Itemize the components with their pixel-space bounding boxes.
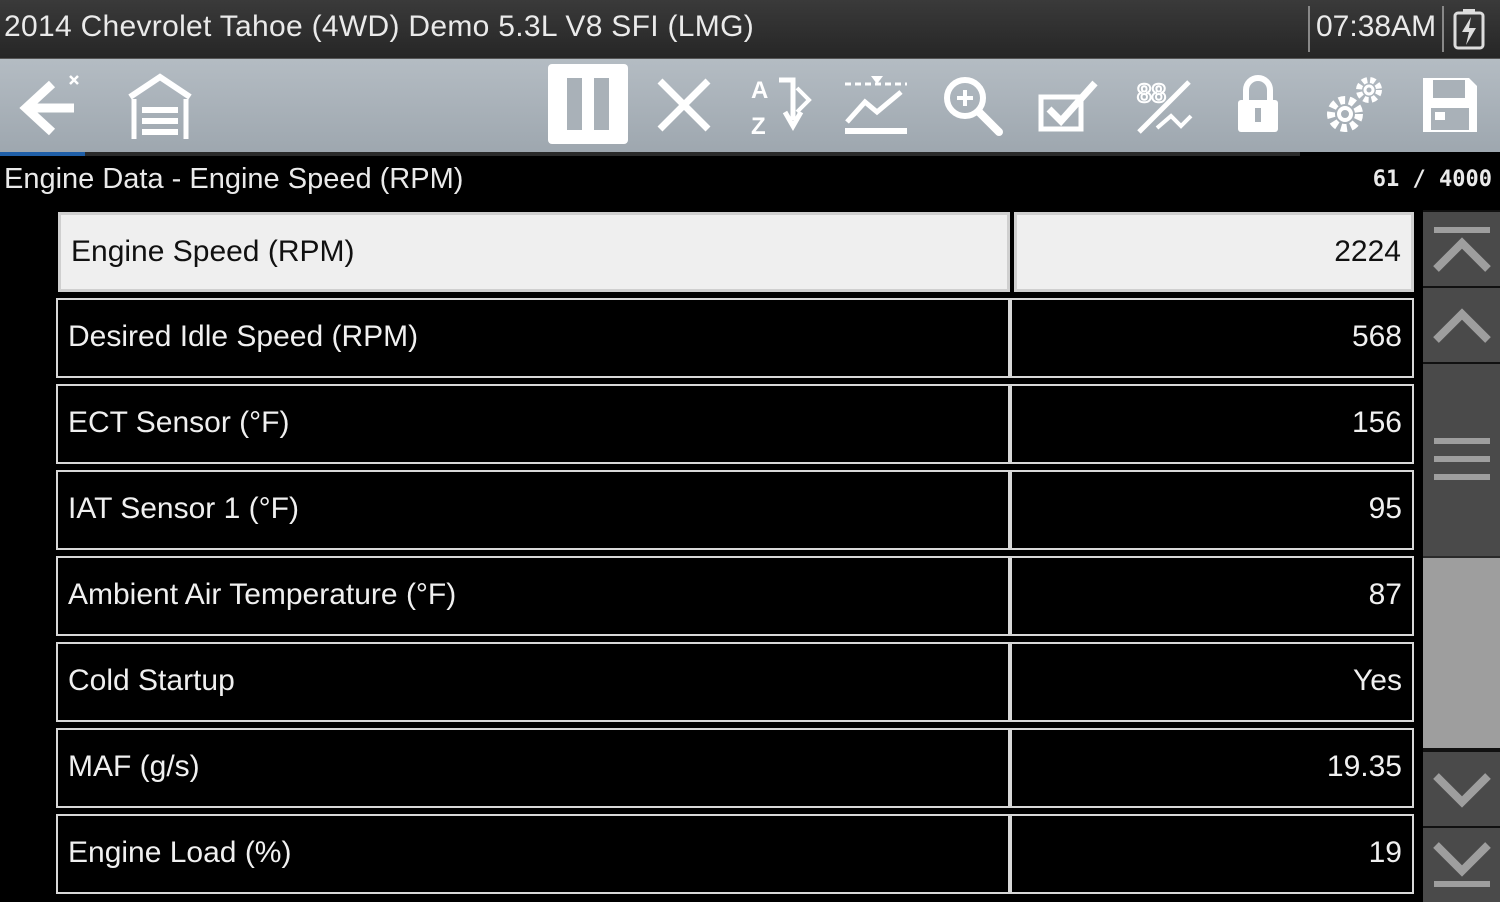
graph-button[interactable] — [836, 65, 916, 145]
close-icon — [657, 78, 711, 132]
pid-name: IAT Sensor 1 (°F) — [68, 492, 299, 525]
svg-text:88: 88 — [1137, 78, 1166, 108]
title-divider — [1308, 6, 1310, 52]
scroll-bottom-button[interactable] — [1423, 828, 1500, 902]
pid-value: 95 — [1368, 492, 1402, 525]
title-divider — [1442, 6, 1444, 52]
sort-button[interactable]: A Z — [740, 65, 820, 145]
custom-list-button[interactable]: 88 — [1124, 65, 1204, 145]
home-garage-icon — [128, 73, 192, 139]
svg-text:Z: Z — [751, 113, 766, 140]
back-arrow-icon — [19, 75, 79, 136]
title-bar: 2014 Chevrolet Tahoe (4WD) Demo 5.3L V8 … — [0, 0, 1500, 59]
lock-button[interactable] — [1218, 65, 1298, 145]
gear-icon — [1327, 77, 1382, 132]
pid-name-cell: Ambient Air Temperature (°F) — [56, 556, 1010, 636]
record-counter: 61 / 4000 — [1372, 167, 1492, 192]
pid-name-cell: IAT Sensor 1 (°F) — [56, 470, 1010, 550]
pid-value-cell: 2224 — [1014, 212, 1414, 292]
pid-name: Desired Idle Speed (RPM) — [68, 320, 419, 353]
scroll-down-button[interactable] — [1423, 752, 1500, 826]
pid-row[interactable]: ECT Sensor (°F) 156 — [56, 384, 1414, 464]
pid-row[interactable]: Cold Startup Yes — [56, 642, 1414, 722]
select-button[interactable] — [1028, 65, 1108, 145]
toolbar: A Z 88 — [0, 59, 1500, 152]
scroll-track[interactable] — [1423, 364, 1500, 748]
pid-name: Cold Startup — [68, 664, 235, 697]
pid-row[interactable]: Ambient Air Temperature (°F) 87 — [56, 556, 1414, 636]
vehicle-title: 2014 Chevrolet Tahoe (4WD) Demo 5.3L V8 … — [4, 10, 755, 43]
pid-name-cell: MAF (g/s) — [56, 728, 1010, 808]
battery-icon — [1453, 9, 1485, 50]
pid-row[interactable]: MAF (g/s) 19.35 — [56, 728, 1414, 808]
page-title: Engine Data - Engine Speed (RPM) — [4, 163, 464, 195]
pid-value-cell: 568 — [1010, 298, 1414, 378]
scroll-top-button[interactable] — [1423, 212, 1500, 286]
pid-value: Yes — [1353, 664, 1402, 697]
pid-value: 568 — [1351, 320, 1402, 353]
custom-pid-icon: 88 — [1136, 77, 1193, 134]
save-icon — [1423, 78, 1477, 132]
scrollbar[interactable] — [1423, 210, 1500, 902]
scroll-up-icon — [1432, 308, 1491, 343]
scroll-thumb[interactable] — [1423, 364, 1500, 556]
pause-icon — [567, 78, 609, 130]
buffer-progress-bar — [0, 152, 1300, 156]
pid-value: 156 — [1351, 406, 1402, 439]
pid-row[interactable]: Desired Idle Speed (RPM) 568 — [56, 298, 1414, 378]
sort-az-icon: A Z — [751, 77, 812, 140]
scroll-up-button[interactable] — [1423, 288, 1500, 362]
graph-trigger-icon — [845, 76, 907, 134]
svg-text:A: A — [751, 77, 768, 104]
pause-button[interactable] — [548, 64, 628, 144]
pid-value: 2224 — [1334, 235, 1401, 268]
zoom-button[interactable] — [932, 65, 1012, 145]
pid-name: Engine Load (%) — [68, 836, 292, 869]
pid-name-cell: Engine Speed (RPM) — [58, 212, 1010, 292]
settings-button[interactable] — [1314, 65, 1394, 145]
scroll-down-icon — [1432, 773, 1491, 808]
pid-value-cell: 19 — [1010, 814, 1414, 894]
scroll-bottom-icon — [1432, 842, 1491, 887]
pid-value: 19 — [1368, 836, 1402, 869]
buffer-progress-fill — [0, 152, 85, 156]
pid-value-cell: 95 — [1010, 470, 1414, 550]
pid-value-cell: 87 — [1010, 556, 1414, 636]
pid-row[interactable]: IAT Sensor 1 (°F) 95 — [56, 470, 1414, 550]
pid-name-cell: Engine Load (%) — [56, 814, 1010, 894]
back-button[interactable] — [10, 65, 90, 145]
pid-value-cell: 156 — [1010, 384, 1414, 464]
lock-icon — [1238, 75, 1278, 132]
clock: 07:38AM — [1316, 10, 1437, 43]
pid-value-cell: 19.35 — [1010, 728, 1414, 808]
pid-value-cell: Yes — [1010, 642, 1414, 722]
pid-name: Ambient Air Temperature (°F) — [68, 578, 457, 611]
zoom-icon — [944, 77, 1003, 136]
scroll-top-icon — [1432, 227, 1491, 272]
pid-row[interactable]: Engine Load (%) 19 — [56, 814, 1414, 894]
pid-name: Engine Speed (RPM) — [71, 235, 355, 268]
grip-icon — [1433, 438, 1490, 480]
pid-name-cell: Cold Startup — [56, 642, 1010, 722]
save-button[interactable] — [1410, 65, 1490, 145]
pid-name-cell: Desired Idle Speed (RPM) — [56, 298, 1010, 378]
home-button[interactable] — [120, 65, 200, 145]
pid-name: MAF (g/s) — [68, 750, 200, 783]
clear-button[interactable] — [644, 65, 724, 145]
pid-value: 87 — [1368, 578, 1402, 611]
scroll-track-remaining — [1423, 558, 1500, 748]
pid-row[interactable]: Engine Speed (RPM) 2224 — [56, 212, 1414, 292]
pid-value: 19.35 — [1326, 750, 1402, 783]
pid-name-cell: ECT Sensor (°F) — [56, 384, 1010, 464]
pid-name: ECT Sensor (°F) — [68, 406, 290, 439]
checkmark-icon — [1038, 80, 1098, 132]
pid-list: Engine Speed (RPM) 2224 Desired Idle Spe… — [56, 212, 1414, 900]
